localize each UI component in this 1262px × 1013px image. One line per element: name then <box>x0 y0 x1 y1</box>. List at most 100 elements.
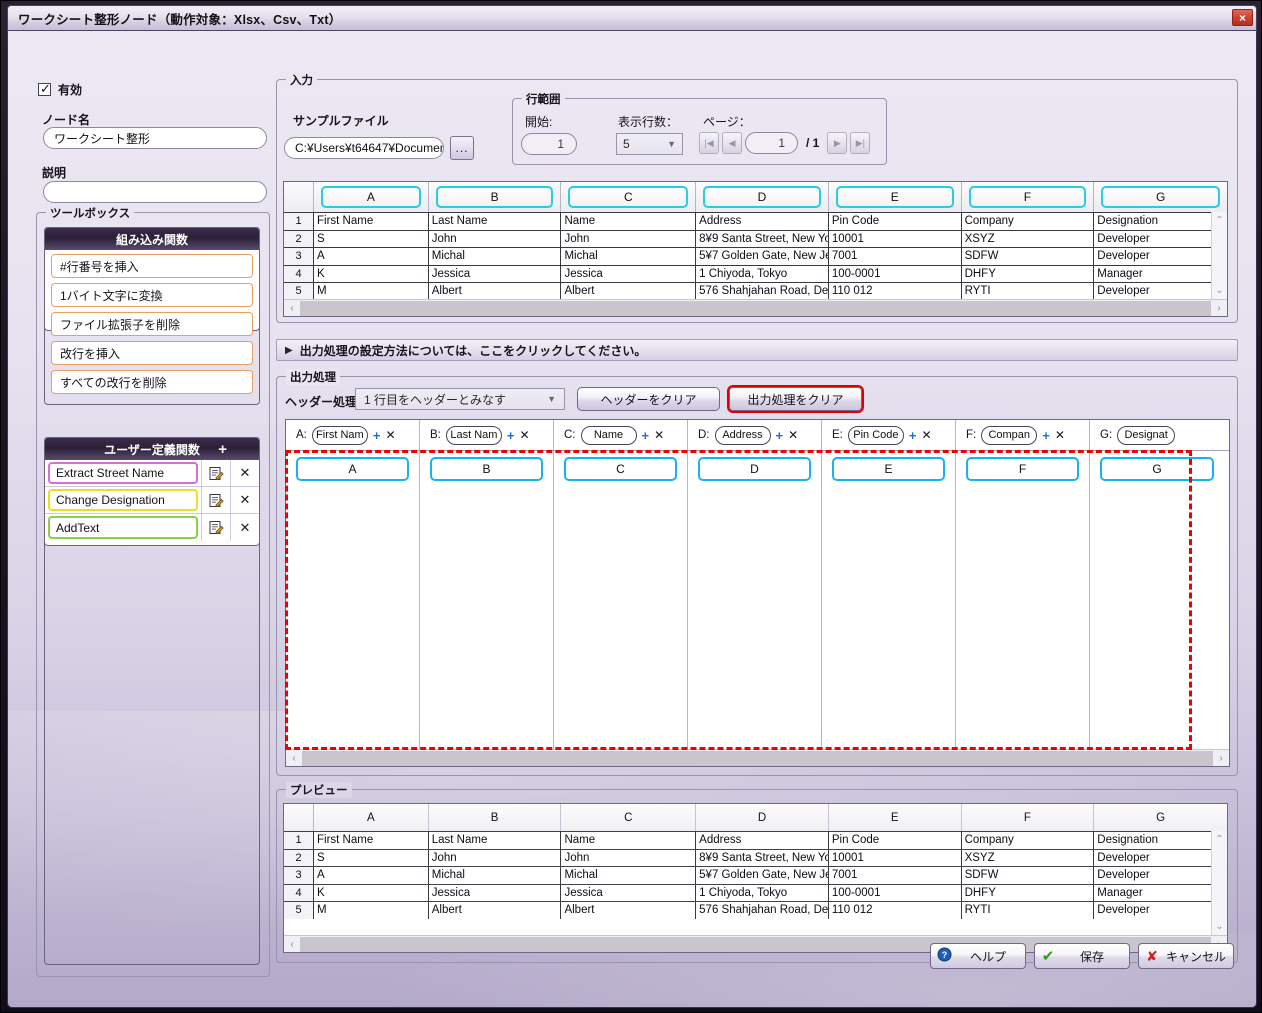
table-row[interactable]: 2 S John John 8¥9 Santa Street, New York… <box>284 229 1227 248</box>
output-horizontal-scrollbar[interactable]: ‹ › <box>286 749 1229 766</box>
add-icon[interactable]: + <box>776 428 784 443</box>
input-column-header-G[interactable]: G <box>1094 182 1227 212</box>
table-row[interactable]: 1 First Name Last Name Name Address Pin … <box>284 212 1227 230</box>
table-cell[interactable]: 7001 <box>829 248 962 265</box>
close-icon[interactable]: ✕ <box>519 428 529 442</box>
table-cell[interactable]: Last Name <box>429 213 562 230</box>
clear-header-button[interactable]: ヘッダーをクリア <box>577 387 720 411</box>
table-cell[interactable]: Manager <box>1094 266 1227 283</box>
scroll-thumb[interactable] <box>300 300 1211 316</box>
close-icon[interactable]: ✕ <box>921 428 931 442</box>
column-button-E[interactable]: E <box>835 186 954 208</box>
preview-vertical-scrollbar[interactable]: ⌃ ⌄ <box>1211 831 1227 935</box>
input-grid-horizontal-scrollbar[interactable]: ‹ › <box>284 299 1227 316</box>
next-page-button[interactable]: ▶ <box>827 132 848 154</box>
help-button[interactable]: ? ヘルプ <box>930 943 1026 969</box>
output-column-name-C[interactable]: Name <box>580 425 637 445</box>
table-cell[interactable]: K <box>314 265 429 282</box>
edit-icon[interactable] <box>201 514 230 541</box>
display-rows-select[interactable]: 5 ▼ <box>616 133 683 155</box>
table-cell[interactable]: 1 Chiyoda, Tokyo <box>696 265 829 282</box>
table-cell[interactable]: Albert <box>429 283 562 300</box>
scroll-thumb[interactable] <box>302 750 1213 766</box>
table-cell[interactable]: A <box>314 248 429 265</box>
clear-output-button[interactable]: 出力処理をクリア <box>727 385 864 413</box>
scroll-down-icon[interactable]: ⌄ <box>1215 921 1223 932</box>
add-icon[interactable]: + <box>1042 428 1050 443</box>
header-processing-select[interactable]: 1 行目をヘッダーとみなす ▼ <box>355 388 565 410</box>
input-column-header-E[interactable]: E <box>829 182 962 212</box>
output-column-G[interactable]: G <box>1090 451 1224 749</box>
table-cell[interactable]: 576 Shahjahan Road, Delhi <box>696 283 829 300</box>
table-cell[interactable]: Developer <box>1094 231 1227 248</box>
scroll-left-icon[interactable]: ‹ <box>284 303 300 314</box>
close-icon[interactable]: × <box>1232 9 1253 26</box>
table-cell[interactable]: RYTI <box>962 283 1095 300</box>
output-column-name-A[interactable]: First Nam <box>311 425 368 445</box>
close-icon[interactable]: ✕ <box>385 428 395 442</box>
table-cell[interactable]: Address <box>696 213 829 230</box>
scroll-right-icon[interactable]: › <box>1211 303 1227 314</box>
first-page-button[interactable]: |◀ <box>699 132 719 154</box>
table-row[interactable]: 3 A Michal Michal 5¥7 Golden Gate, New J… <box>284 247 1227 265</box>
cancel-button[interactable]: ✘ キャンセル <box>1138 943 1234 969</box>
close-icon[interactable]: ✕ <box>654 428 664 442</box>
edit-icon[interactable] <box>201 460 230 486</box>
builtin-function-item[interactable]: 1バイト文字に変換 <box>51 283 253 307</box>
start-input[interactable]: 1 <box>521 133 577 155</box>
page-input[interactable]: 1 <box>745 132 798 154</box>
scroll-up-icon[interactable]: ⌃ <box>1215 834 1223 845</box>
table-cell[interactable]: 100-0001 <box>829 265 962 282</box>
output-column-button-F[interactable]: F <box>966 457 1079 481</box>
column-button-F[interactable]: F <box>968 186 1087 208</box>
delete-icon[interactable]: ✕ <box>230 514 259 541</box>
table-cell[interactable]: Designation <box>1094 213 1227 230</box>
output-column-B[interactable]: B <box>420 451 554 749</box>
add-icon[interactable]: + <box>642 428 650 443</box>
input-column-header-D[interactable]: D <box>696 182 829 212</box>
table-cell[interactable]: 10001 <box>829 230 962 247</box>
table-cell[interactable]: 8¥9 Santa Street, New York <box>696 230 829 247</box>
add-icon[interactable]: + <box>507 428 515 443</box>
table-cell[interactable]: S <box>314 230 429 247</box>
builtin-function-item[interactable]: すべての改行を削除 <box>51 370 253 394</box>
output-help-bar[interactable]: ▶ 出力処理の設定方法については、ここをクリックしてください。 <box>276 339 1238 361</box>
builtin-function-item[interactable]: ファイル拡張子を削除 <box>51 312 253 336</box>
table-cell[interactable]: M <box>314 283 429 300</box>
column-button-A[interactable]: A <box>321 186 421 208</box>
description-input[interactable] <box>43 181 267 203</box>
enabled-checkbox[interactable]: ✓ <box>38 81 51 96</box>
output-column-button-E[interactable]: E <box>832 457 945 481</box>
userdefined-function-name[interactable]: Change Designation <box>48 489 198 511</box>
sample-file-input[interactable]: C:¥Users¥t64647¥Documents¥ <box>284 137 444 159</box>
table-row[interactable]: 4 K Jessica Jessica 1 Chiyoda, Tokyo 100… <box>284 264 1227 283</box>
close-icon[interactable]: ✕ <box>1055 428 1065 442</box>
builtin-function-item[interactable]: 改行を挿入 <box>51 341 253 365</box>
delete-icon[interactable]: ✕ <box>230 487 259 513</box>
table-cell[interactable]: Jessica <box>561 265 697 282</box>
input-column-header-B[interactable]: B <box>429 182 562 212</box>
input-column-header-A[interactable]: A <box>314 182 429 212</box>
table-cell[interactable]: Name <box>561 213 697 230</box>
input-grid-vertical-scrollbar[interactable]: ⌃ ⌄ <box>1211 212 1227 299</box>
add-userdefined-function-icon[interactable]: + <box>218 441 227 458</box>
output-column-E[interactable]: E <box>822 451 956 749</box>
delete-icon[interactable]: ✕ <box>230 460 259 486</box>
add-icon[interactable]: + <box>373 428 381 443</box>
output-column-button-G[interactable]: G <box>1100 457 1214 481</box>
userdefined-function-name[interactable]: AddText <box>48 516 198 539</box>
last-page-button[interactable]: ▶| <box>850 132 871 154</box>
table-cell[interactable]: DHFY <box>962 265 1095 282</box>
output-column-A[interactable]: A <box>286 451 420 749</box>
table-cell[interactable]: Jessica <box>429 265 562 282</box>
add-icon[interactable]: + <box>909 428 917 443</box>
output-column-name-B[interactable]: Last Nam <box>445 425 502 445</box>
output-column-button-B[interactable]: B <box>430 457 543 481</box>
table-cell[interactable]: SDFW <box>962 248 1095 265</box>
scroll-left-icon[interactable]: ‹ <box>284 939 300 950</box>
output-column-name-E[interactable]: Pin Code <box>847 425 904 445</box>
output-column-button-C[interactable]: C <box>564 457 677 481</box>
browse-button[interactable]: ... <box>450 136 474 160</box>
scroll-left-icon[interactable]: ‹ <box>286 753 302 764</box>
node-name-input[interactable]: ワークシート整形 <box>43 127 267 149</box>
